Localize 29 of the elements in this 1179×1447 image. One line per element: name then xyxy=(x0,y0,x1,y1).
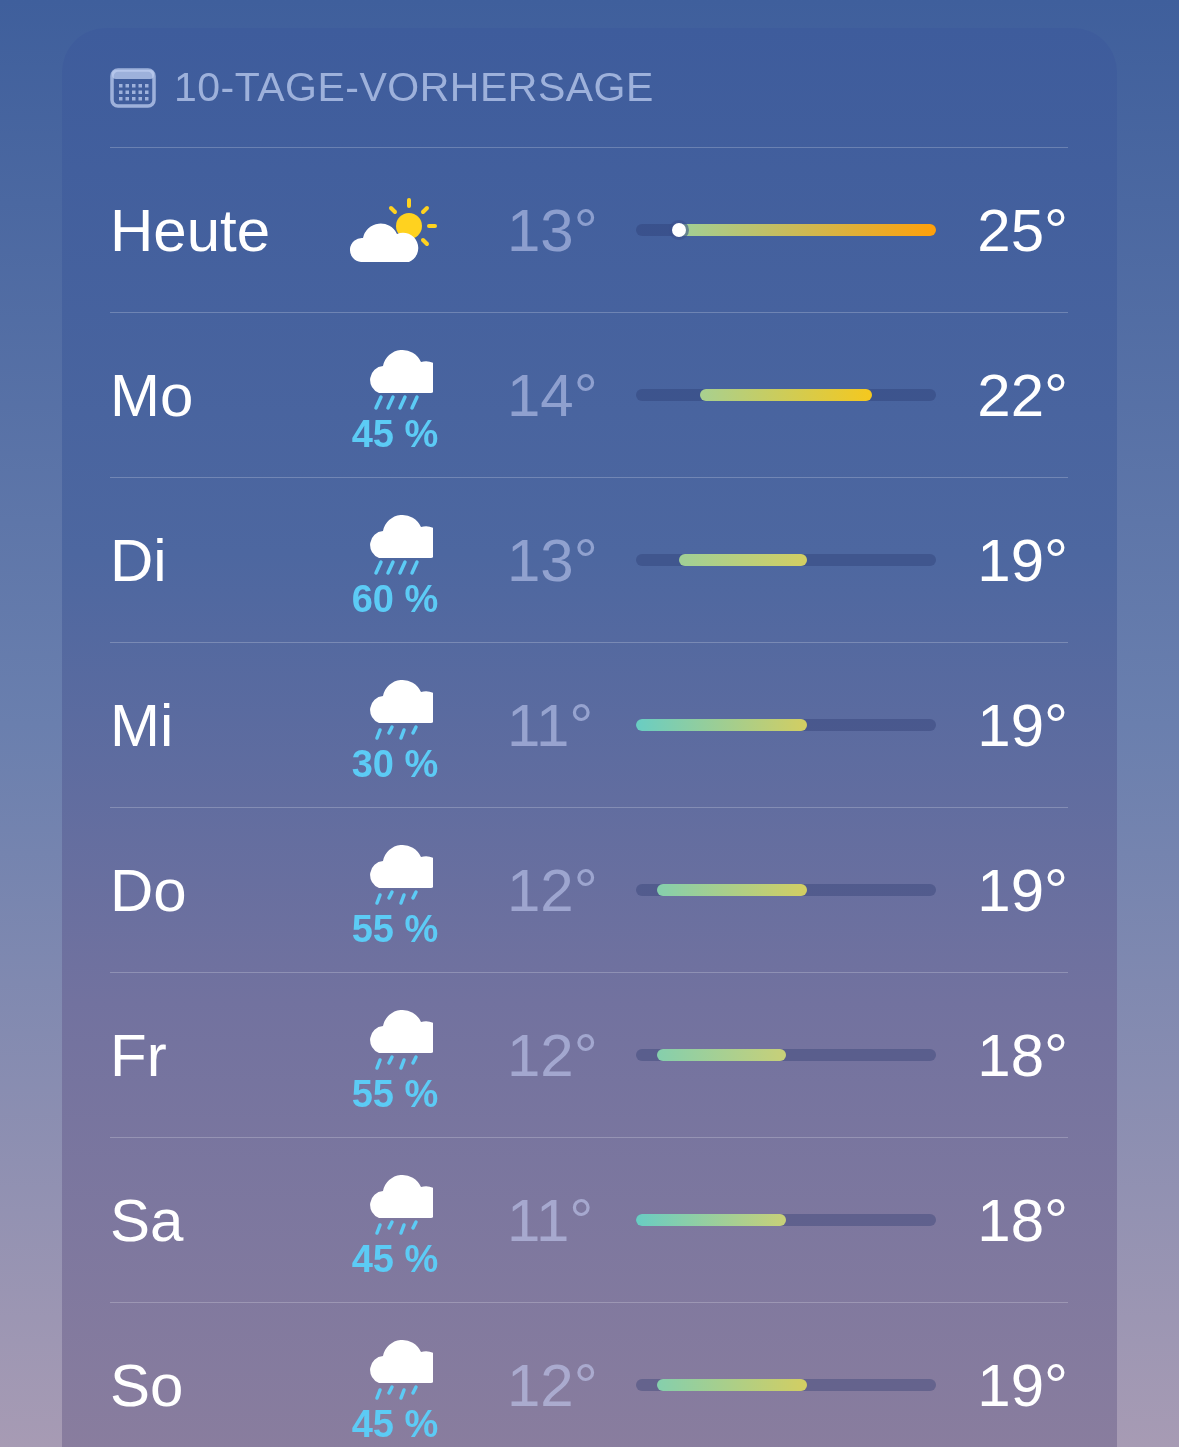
day-label: Mi xyxy=(110,690,175,760)
precipitation-chance: 60 % xyxy=(351,577,439,621)
day-label: Sa xyxy=(110,1185,185,1255)
low-temperature: 14° xyxy=(506,360,599,430)
precipitation-chance: 55 % xyxy=(351,1072,439,1116)
calendar-icon xyxy=(110,67,156,108)
precipitation-chance: 30 % xyxy=(351,742,439,786)
precipitation-chance: 45 % xyxy=(351,1402,439,1446)
low-temperature: 13° xyxy=(506,195,599,265)
high-temperature: 18° xyxy=(976,1020,1068,1090)
day-label: Mo xyxy=(110,360,195,430)
high-temperature: 19° xyxy=(976,525,1068,595)
low-temperature: 13° xyxy=(506,525,599,595)
precipitation-chance: 45 % xyxy=(351,412,439,456)
high-temperature: 19° xyxy=(976,855,1068,925)
day-label: Fr xyxy=(110,1020,168,1090)
high-temperature: 18° xyxy=(976,1185,1068,1255)
high-temperature: 19° xyxy=(976,690,1068,760)
high-temperature: 19° xyxy=(976,1350,1068,1420)
precipitation-chance: 45 % xyxy=(351,1237,439,1281)
high-temperature: 22° xyxy=(976,360,1068,430)
high-temperature: 25° xyxy=(976,195,1068,265)
day-label: So xyxy=(110,1350,185,1420)
section-title: 10-TAGE-VORHERSAGE xyxy=(174,64,654,111)
day-label: Heute xyxy=(110,195,272,265)
low-temperature: 11° xyxy=(506,690,595,760)
precipitation-chance: 55 % xyxy=(351,907,439,951)
day-label: Di xyxy=(110,525,168,595)
day-label: Do xyxy=(110,855,188,925)
